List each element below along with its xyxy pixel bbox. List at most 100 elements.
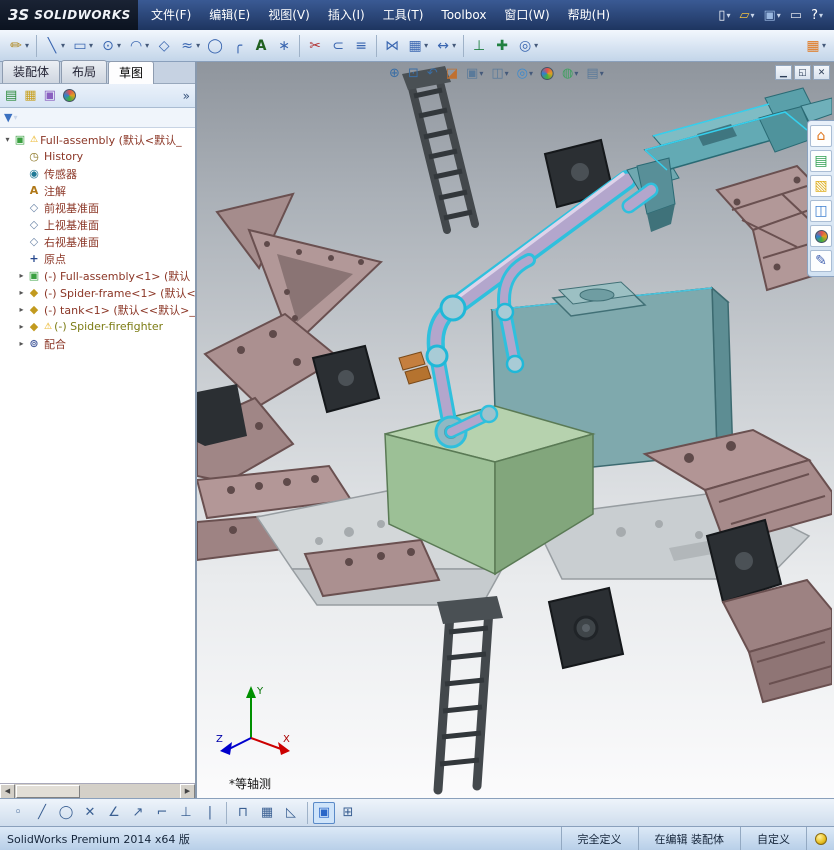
display-relations-tool-button[interactable]: ⊥ [468,36,490,56]
edit-appearance-button[interactable] [539,66,556,81]
tree-item-origin[interactable]: +原点 [2,250,195,267]
large-assembly-mode-button[interactable]: ▣ [313,802,335,824]
quick-tips-button[interactable] [806,827,834,850]
panel-horizontal-scrollbar[interactable]: ◀ ▶ [0,783,195,798]
point-tool-button[interactable]: ∗ [273,36,295,56]
expand-icon[interactable]: ▾ [2,135,13,144]
tree-item-annotations[interactable]: A注解 [2,182,195,199]
expand-icon[interactable]: ▸ [16,322,27,331]
polygon-tool-button[interactable]: ◇ [153,36,175,56]
design-library-button[interactable]: ▤ [810,150,832,172]
custom-properties-button[interactable]: ✎ [810,250,832,272]
repair-sketch-tool-button[interactable]: ✚ [491,36,513,56]
snap-bisector-button[interactable]: ◺ [280,802,302,824]
expand-icon[interactable]: ▸ [16,305,27,314]
rectangle-tool-button[interactable]: ▭▾ [69,36,96,56]
mirror-entities-tool-button[interactable]: ⋈ [381,36,403,56]
snap-slot-button[interactable]: ⊓ [232,802,254,824]
snap-line-button[interactable]: ╱ [31,802,53,824]
tree-item-history[interactable]: ◷History [2,148,195,165]
snap-perpendicular-button[interactable]: ⊥ [175,802,197,824]
property-manager-tab-button[interactable]: ▦ [24,88,36,103]
feature-manager-tab-button[interactable]: ▤ [5,88,17,103]
menu-item-4[interactable]: 工具(T) [374,0,433,30]
selection-filter-button[interactable]: ⊞ [337,802,359,824]
scroll-right-button[interactable]: ▶ [180,784,195,799]
scrollbar-thumb[interactable] [16,785,80,798]
minimize-window-button[interactable]: ▁ [775,65,792,80]
offset-entities-tool-button[interactable]: ≡ [350,36,372,56]
previous-view-button[interactable]: ↶ [425,65,440,82]
menu-item-7[interactable]: 帮助(H) [559,0,619,30]
menu-item-5[interactable]: Toolbox [432,0,495,30]
menu-item-2[interactable]: 视图(V) [259,0,319,30]
filter-bar[interactable]: ▼▾ [0,108,195,128]
tree-item-spider-frame-1[interactable]: ▸◆(-) Spider-frame<1> (默认< [2,284,195,301]
file-explorer-button[interactable]: ▧ [810,175,832,197]
snap-angle-button[interactable]: ∠ [103,802,125,824]
snap-intersection-button[interactable]: ✕ [79,802,101,824]
zoom-to-area-button[interactable]: ⊡ [406,65,421,82]
menu-item-0[interactable]: 文件(F) [142,0,200,30]
restore-window-button[interactable]: ◱ [794,65,811,80]
panel-overflow-button[interactable]: » [183,89,190,103]
tab-1[interactable]: 布局 [61,60,107,83]
tree-item-front-plane[interactable]: ◇前视基准面 [2,199,195,216]
tree-item-right-plane[interactable]: ◇右视基准面 [2,233,195,250]
expand-icon[interactable]: ▸ [16,339,27,348]
snap-vertical-button[interactable]: | [199,802,221,824]
tree-item-spider-firefighter-1[interactable]: ▸◆⚠(-) Spider-firefighter [2,318,195,335]
snap-corner-button[interactable]: ⌐ [151,802,173,824]
display-style-button[interactable]: ◫▾ [489,65,510,82]
circle-tool-button[interactable]: ⊙▾ [97,36,124,56]
hide-show-items-button[interactable]: ◎▾ [515,65,535,82]
text-tool-button[interactable]: A [250,36,272,56]
fillet-tool-button[interactable]: ╭ [227,36,249,56]
ellipse-tool-button[interactable]: ◯ [204,36,226,56]
print-document-button[interactable]: ▭ [787,6,805,25]
tab-0[interactable]: 装配体 [2,60,60,83]
view-settings-button[interactable]: ▤▾ [584,65,605,82]
spline-tool-button[interactable]: ≈▾ [176,36,203,56]
zoom-to-fit-button[interactable]: ⊕ [387,65,402,82]
menu-item-6[interactable]: 窗口(W) [495,0,558,30]
view-palette-button[interactable]: ◫ [810,200,832,222]
move-entities-tool-button[interactable]: ↔▾ [432,36,459,56]
filter-input[interactable] [21,111,191,125]
status-field-2[interactable]: 自定义 [740,827,806,850]
tree-item-tank-1[interactable]: ▸◆(-) tank<1> (默认<<默认>_显 [2,301,195,318]
line-tool-button[interactable]: ╲▾ [41,36,68,56]
tree-item-full-assembly-root[interactable]: ▾▣⚠Full-assembly (默认<默认_ [2,131,195,148]
close-window-button[interactable]: ✕ [813,65,830,80]
help-button[interactable]: ?▾ [808,6,826,25]
snap-point-button[interactable]: ◦ [7,802,29,824]
apply-scene-button[interactable]: ◍▾ [560,65,580,82]
expand-icon[interactable]: ▸ [16,288,27,297]
tab-2[interactable]: 草图 [108,61,154,84]
linear-pattern-tool-button[interactable]: ▦▾ [404,36,431,56]
arc-tool-button[interactable]: ◠▾ [125,36,152,56]
expand-icon[interactable]: ▸ [16,271,27,280]
graphics-area[interactable]: ⊕⊡↶◪▣▾◫▾◎▾◍▾▤▾ ▁◱✕ ⌂▤▧◫✎ Y X Z *等轴测 [197,62,834,798]
configuration-manager-tab-button[interactable]: ▣ [44,88,56,103]
save-document-button[interactable]: ▣▾ [760,6,783,25]
new-document-button[interactable]: ▯▾ [715,6,733,25]
appearances-scenes-button[interactable] [810,225,832,247]
tree-item-sensors[interactable]: ◉传感器 [2,165,195,182]
sketch-tool-button[interactable]: ✏▾ [5,36,32,56]
open-document-button[interactable]: ▱▾ [736,6,757,25]
menu-item-3[interactable]: 插入(I) [319,0,374,30]
section-view-button[interactable]: ◪ [444,65,460,82]
snap-circle-button[interactable]: ◯ [55,802,77,824]
quick-snaps-tool-button[interactable]: ◎▾ [514,36,541,56]
tree-item-top-plane[interactable]: ◇上视基准面 [2,216,195,233]
tree-item-mates[interactable]: ▸⊚配合 [2,335,195,352]
view-orientation-button[interactable]: ▣▾ [464,65,485,82]
tree-item-full-assembly-1[interactable]: ▸▣(-) Full-assembly<1> (默认 [2,267,195,284]
solidworks-resources-button[interactable]: ⌂ [810,125,832,147]
filter-funnel-icon[interactable]: ▼▾ [4,111,17,124]
menu-item-1[interactable]: 编辑(E) [200,0,259,30]
display-manager-tab-button[interactable] [63,89,76,102]
toolbox-settings-button[interactable]: ▦▾ [802,36,829,56]
scroll-left-button[interactable]: ◀ [0,784,15,799]
